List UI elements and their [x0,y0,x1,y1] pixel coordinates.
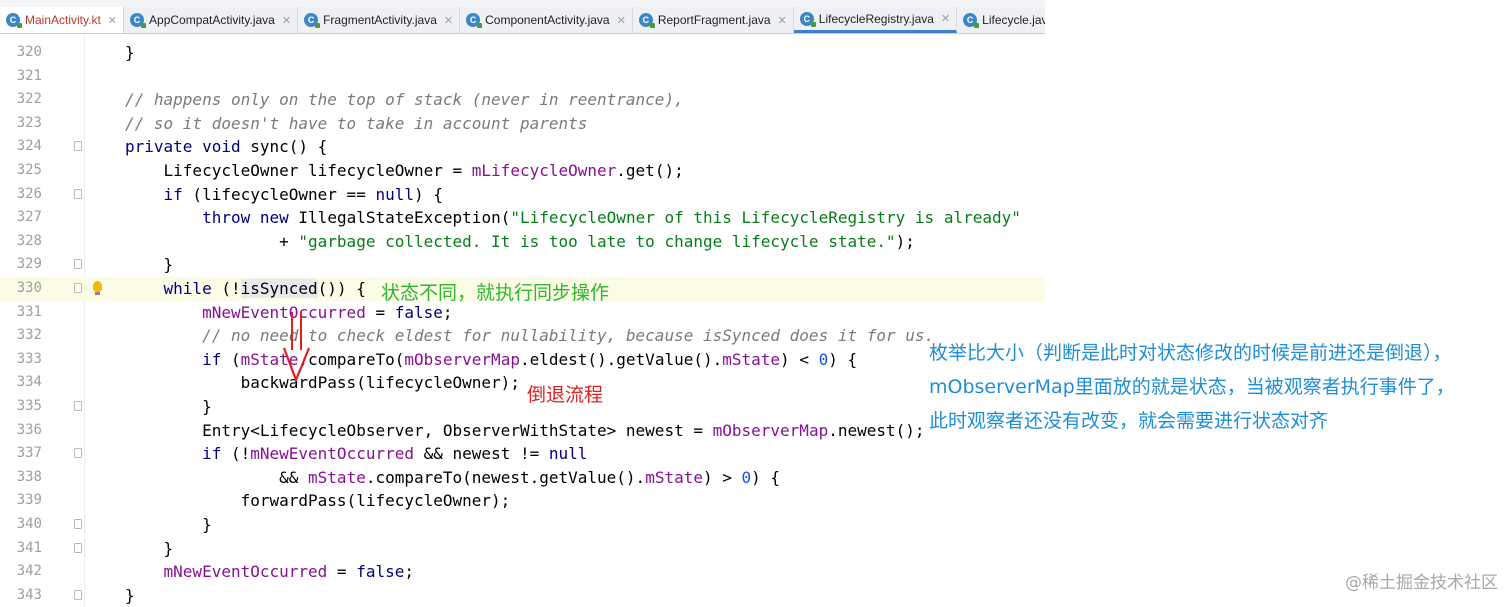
annotation-arrows [282,312,311,382]
watermark: @稀土掘金技术社区 [1345,573,1498,593]
arrow-head [282,347,311,382]
